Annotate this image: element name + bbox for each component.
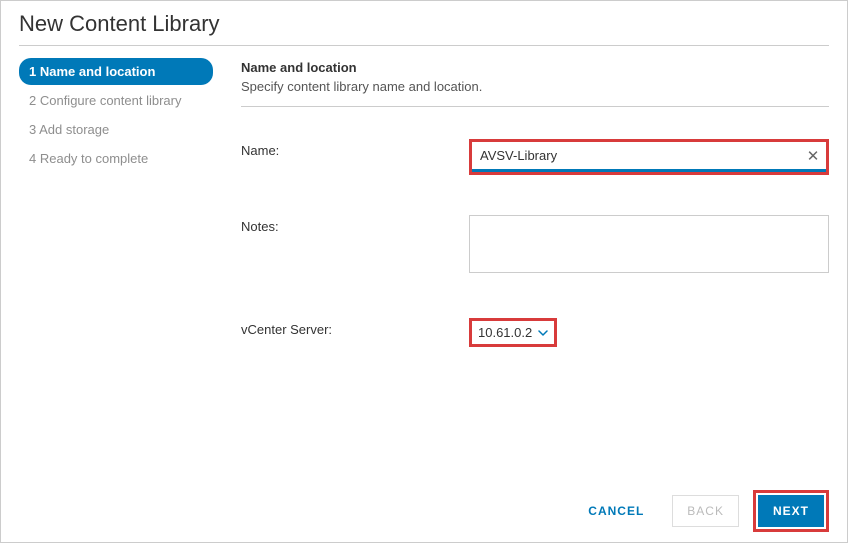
section-subtitle: Specify content library name and locatio… <box>241 79 829 94</box>
vcenter-server-label: vCenter Server: <box>241 318 469 337</box>
back-button[interactable]: BACK <box>672 495 739 527</box>
step-add-storage[interactable]: 3 Add storage <box>19 116 213 143</box>
dialog-title: New Content Library <box>1 1 847 45</box>
form-row-name: Name: ✕ <box>241 139 829 175</box>
next-button[interactable]: NEXT <box>758 495 824 527</box>
step-configure-content-library[interactable]: 2 Configure content library <box>19 87 213 114</box>
dialog-content: Name and location Specify content librar… <box>219 56 829 482</box>
step-label: 2 Configure content library <box>29 93 181 108</box>
notes-label: Notes: <box>241 215 469 234</box>
new-content-library-dialog: New Content Library 1 Name and location … <box>0 0 848 543</box>
step-name-and-location[interactable]: 1 Name and location <box>19 58 213 85</box>
name-input-highlight: ✕ <box>469 139 829 175</box>
wizard-steps-sidebar: 1 Name and location 2 Configure content … <box>1 56 219 482</box>
vcenter-server-value: 10.61.0.2 <box>478 325 532 340</box>
close-icon: ✕ <box>807 147 820 165</box>
name-label: Name: <box>241 139 469 158</box>
name-input[interactable] <box>472 142 800 172</box>
next-label: NEXT <box>773 504 809 518</box>
vcenter-server-select[interactable]: 10.61.0.2 <box>478 325 548 340</box>
next-button-highlight: NEXT <box>753 490 829 532</box>
cancel-button[interactable]: CANCEL <box>574 496 658 526</box>
notes-textarea[interactable] <box>469 215 829 273</box>
step-ready-to-complete[interactable]: 4 Ready to complete <box>19 145 213 172</box>
clear-name-button[interactable]: ✕ <box>800 142 826 172</box>
dialog-footer: CANCEL BACK NEXT <box>1 482 847 542</box>
section-title: Name and location <box>241 60 829 75</box>
chevron-down-icon <box>538 330 548 336</box>
section-rule <box>241 106 829 107</box>
back-label: BACK <box>687 504 724 518</box>
step-label: 1 Name and location <box>29 64 155 79</box>
dialog-body: 1 Name and location 2 Configure content … <box>1 46 847 482</box>
form-row-notes: Notes: <box>241 215 829 278</box>
cancel-label: CANCEL <box>588 504 644 518</box>
step-label: 3 Add storage <box>29 122 109 137</box>
form-row-server: vCenter Server: 10.61.0.2 <box>241 318 829 347</box>
vcenter-server-highlight: 10.61.0.2 <box>469 318 557 347</box>
step-label: 4 Ready to complete <box>29 151 148 166</box>
